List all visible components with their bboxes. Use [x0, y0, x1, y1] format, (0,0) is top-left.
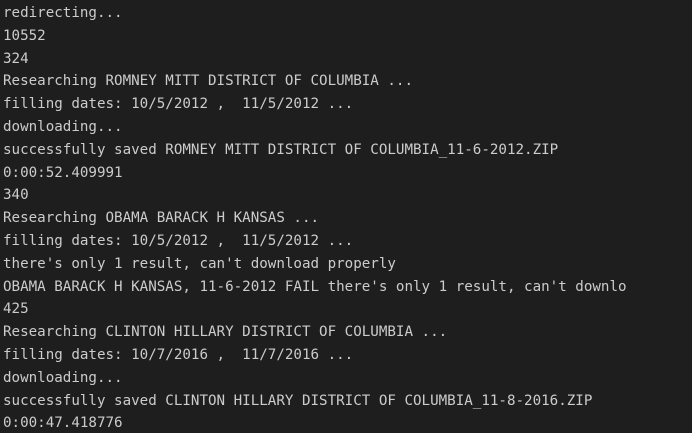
terminal-line: successfully saved CLINTON HILLARY DISTR… — [3, 392, 593, 409]
terminal-line: OBAMA BARACK H KANSAS, 11-6-2012 FAIL th… — [3, 278, 627, 295]
terminal-line: downloading... — [3, 369, 123, 386]
terminal-line: downloading... — [3, 118, 123, 135]
terminal-line: 0:00:52.409991 — [3, 164, 123, 181]
terminal-line: successfully saved ROMNEY MITT DISTRICT … — [3, 141, 559, 158]
terminal-line: 10552 — [3, 27, 46, 44]
terminal-line: there's only 1 result, can't download pr… — [3, 255, 396, 272]
terminal-line: 0:00:47.418776 — [3, 415, 123, 432]
terminal-line: filling dates: 10/5/2012 , 11/5/2012 ... — [3, 232, 354, 249]
terminal-line: Researching ROMNEY MITT DISTRICT OF COLU… — [3, 73, 413, 90]
terminal-line: filling dates: 10/7/2016 , 11/7/2016 ... — [3, 346, 354, 363]
terminal-output: redirecting... 10552 324 Researching ROM… — [0, 0, 692, 433]
terminal-line: Researching CLINTON HILLARY DISTRICT OF … — [3, 324, 448, 341]
terminal-line: Researching OBAMA BARACK H KANSAS ... — [3, 210, 320, 227]
terminal-line: filling dates: 10/5/2012 , 11/5/2012 ... — [3, 96, 354, 113]
terminal-line: 425 — [3, 301, 29, 318]
terminal-line: 340 — [3, 187, 29, 204]
terminal-line: redirecting... — [3, 5, 123, 21]
terminal-line: 324 — [3, 50, 29, 67]
